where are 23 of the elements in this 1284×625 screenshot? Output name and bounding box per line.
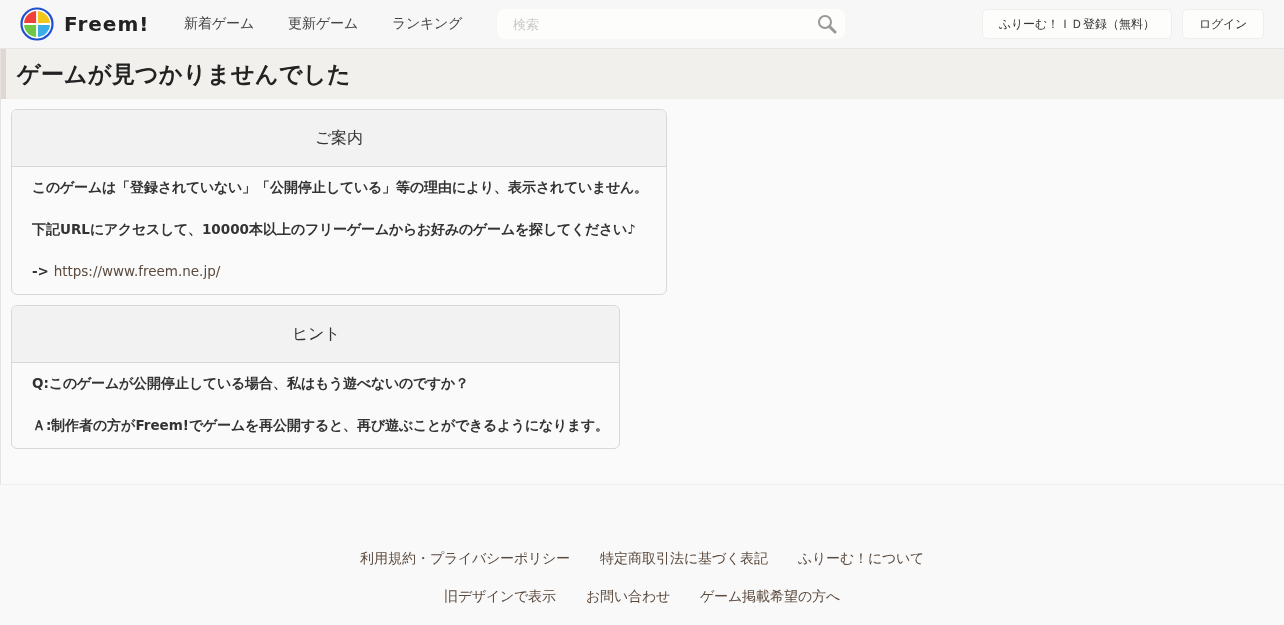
card-title: ご案内	[315, 127, 363, 149]
footer-link[interactable]: ふりーむ！について	[798, 550, 924, 568]
page-title: ゲームが見つかりませんでした	[17, 59, 351, 89]
card-title: ヒント	[291, 323, 340, 345]
footer-link[interactable]: ゲーム掲載希望の方へ	[700, 588, 840, 606]
footer-link[interactable]: 旧デザインで表示	[444, 588, 556, 606]
card-text: -> https://www.freem.ne.jp/	[32, 262, 222, 281]
search-icon[interactable]	[817, 14, 838, 34]
card-text: Ａ:制作者の方がFreem!でゲームを再公開すると、再び遊ぶことができるようになります。	[32, 416, 599, 435]
login-button[interactable]: ログイン	[1182, 9, 1264, 39]
site-link[interactable]: https://www.freem.ne.jp/	[53, 263, 221, 279]
card-text: 下記URLにアクセスして、10000本以上のフリーゲームからお好みのゲームを探してください♪	[32, 220, 637, 239]
card-text: このゲームは「登録されていない」「公開停止している」等の理由により、表示されていません。	[32, 178, 646, 197]
footer-link[interactable]: 利用規約・プライバシーポリシー	[360, 550, 570, 568]
logo-text[interactable]: Freem!	[64, 12, 150, 36]
footer-link[interactable]: 特定商取引法に基づく表記	[600, 550, 768, 568]
card-text: Q:このゲームが公開停止している場合、私はもう遊べないのですか？	[32, 374, 470, 393]
footer-link[interactable]: お問い合わせ	[586, 588, 670, 606]
logo-icon[interactable]	[20, 7, 54, 41]
nav-link[interactable]: 更新ゲーム	[288, 15, 359, 33]
nav-link[interactable]: ランキング	[392, 15, 463, 33]
nav-link[interactable]: 新着ゲーム	[184, 15, 255, 33]
register-button[interactable]: ふりーむ！ＩＤ登録（無料）	[982, 9, 1172, 39]
